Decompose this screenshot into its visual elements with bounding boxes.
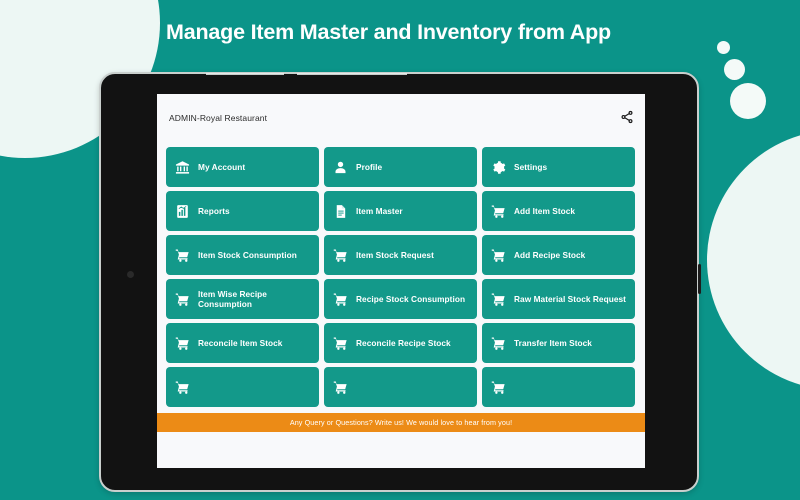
cart-icon [491, 248, 506, 263]
cart-icon [333, 292, 348, 307]
menu-tile-label: Item Stock Request [356, 249, 434, 260]
menu-tile[interactable]: Item Stock Consumption [166, 235, 319, 275]
cart-icon [491, 380, 506, 395]
menu-tile-label: Reconcile Item Stock [198, 337, 283, 348]
menu-tile-label: My Account [198, 161, 246, 172]
menu-tile[interactable]: Recipe Stock Consumption [324, 279, 477, 319]
menu-tile-label: Item Wise Recipe Consumption [198, 288, 267, 310]
menu-tile[interactable]: Item Master [324, 191, 477, 231]
menu-tile[interactable]: Item Wise Recipe Consumption [166, 279, 319, 319]
menu-tile[interactable] [482, 367, 635, 407]
menu-tile[interactable]: Add Recipe Stock [482, 235, 635, 275]
cart-icon [175, 336, 190, 351]
antenna-line [206, 73, 284, 75]
promo-headline: Manage Item Master and Inventory from Ap… [166, 20, 611, 44]
menu-tile[interactable]: Reconcile Recipe Stock [324, 323, 477, 363]
menu-tile[interactable] [324, 367, 477, 407]
menu-tile[interactable]: Transfer Item Stock [482, 323, 635, 363]
menu-tile[interactable]: Item Stock Request [324, 235, 477, 275]
menu-tile[interactable]: Raw Material Stock Request [482, 279, 635, 319]
menu-tile-label: Transfer Item Stock [514, 337, 592, 348]
menu-tile-label: Add Recipe Stock [514, 249, 586, 260]
decorative-bubble-large [730, 83, 766, 119]
menu-tile-label: Reconcile Recipe Stock [356, 337, 451, 348]
menu-tile-label: Recipe Stock Consumption [356, 293, 466, 304]
cart-icon [333, 380, 348, 395]
menu-tile[interactable] [166, 367, 319, 407]
cart-icon [175, 380, 190, 395]
menu-tile[interactable]: Reconcile Item Stock [166, 323, 319, 363]
cart-icon [491, 204, 506, 219]
cart-icon [491, 336, 506, 351]
menu-tile[interactable]: Reports [166, 191, 319, 231]
report-chart-icon [175, 204, 190, 219]
menu-tile-label: Reports [198, 205, 230, 216]
contact-banner[interactable]: Any Query or Questions? Write us! We wou… [157, 413, 645, 432]
menu-tile-label: Add Item Stock [514, 205, 576, 216]
menu-tile-label: Raw Material Stock Request [514, 293, 626, 304]
decorative-circle-right [707, 130, 800, 390]
menu-tile-label: Settings [514, 161, 548, 172]
menu-tile-label: Item Master [356, 205, 403, 216]
tablet-device-frame: ADMIN-Royal Restaurant My Account Profile… [99, 72, 701, 492]
menu-tile-label: Profile [356, 161, 383, 172]
share-icon[interactable] [620, 110, 634, 124]
contact-banner-text: Any Query or Questions? Write us! We wou… [289, 418, 513, 427]
antenna-line [297, 73, 407, 75]
document-icon [333, 204, 348, 219]
cart-icon [333, 248, 348, 263]
cart-icon [333, 336, 348, 351]
device-side-button[interactable] [698, 264, 701, 294]
person-icon [333, 160, 348, 175]
menu-tile[interactable]: Add Item Stock [482, 191, 635, 231]
gear-icon [491, 160, 506, 175]
decorative-bubble-small [717, 41, 730, 54]
app-title: ADMIN-Royal Restaurant [169, 113, 268, 123]
cart-icon [491, 292, 506, 307]
app-screen: ADMIN-Royal Restaurant My Account Profile… [157, 94, 645, 468]
device-home-indicator [127, 271, 134, 278]
menu-tile[interactable]: My Account [166, 147, 319, 187]
app-header-bar: ADMIN-Royal Restaurant [157, 94, 645, 147]
cart-icon [175, 248, 190, 263]
promo-screenshot: Manage Item Master and Inventory from Ap… [0, 0, 800, 500]
menu-tile-label: Item Stock Consumption [198, 249, 297, 260]
decorative-bubble-medium [724, 59, 745, 80]
menu-tile[interactable]: Profile [324, 147, 477, 187]
screen-bottom-area [157, 432, 645, 468]
menu-tile[interactable]: Settings [482, 147, 635, 187]
bank-icon [175, 160, 190, 175]
cart-icon [175, 292, 190, 307]
menu-tile-grid: My Account Profile Settings Reports Item Mas… [166, 147, 636, 407]
